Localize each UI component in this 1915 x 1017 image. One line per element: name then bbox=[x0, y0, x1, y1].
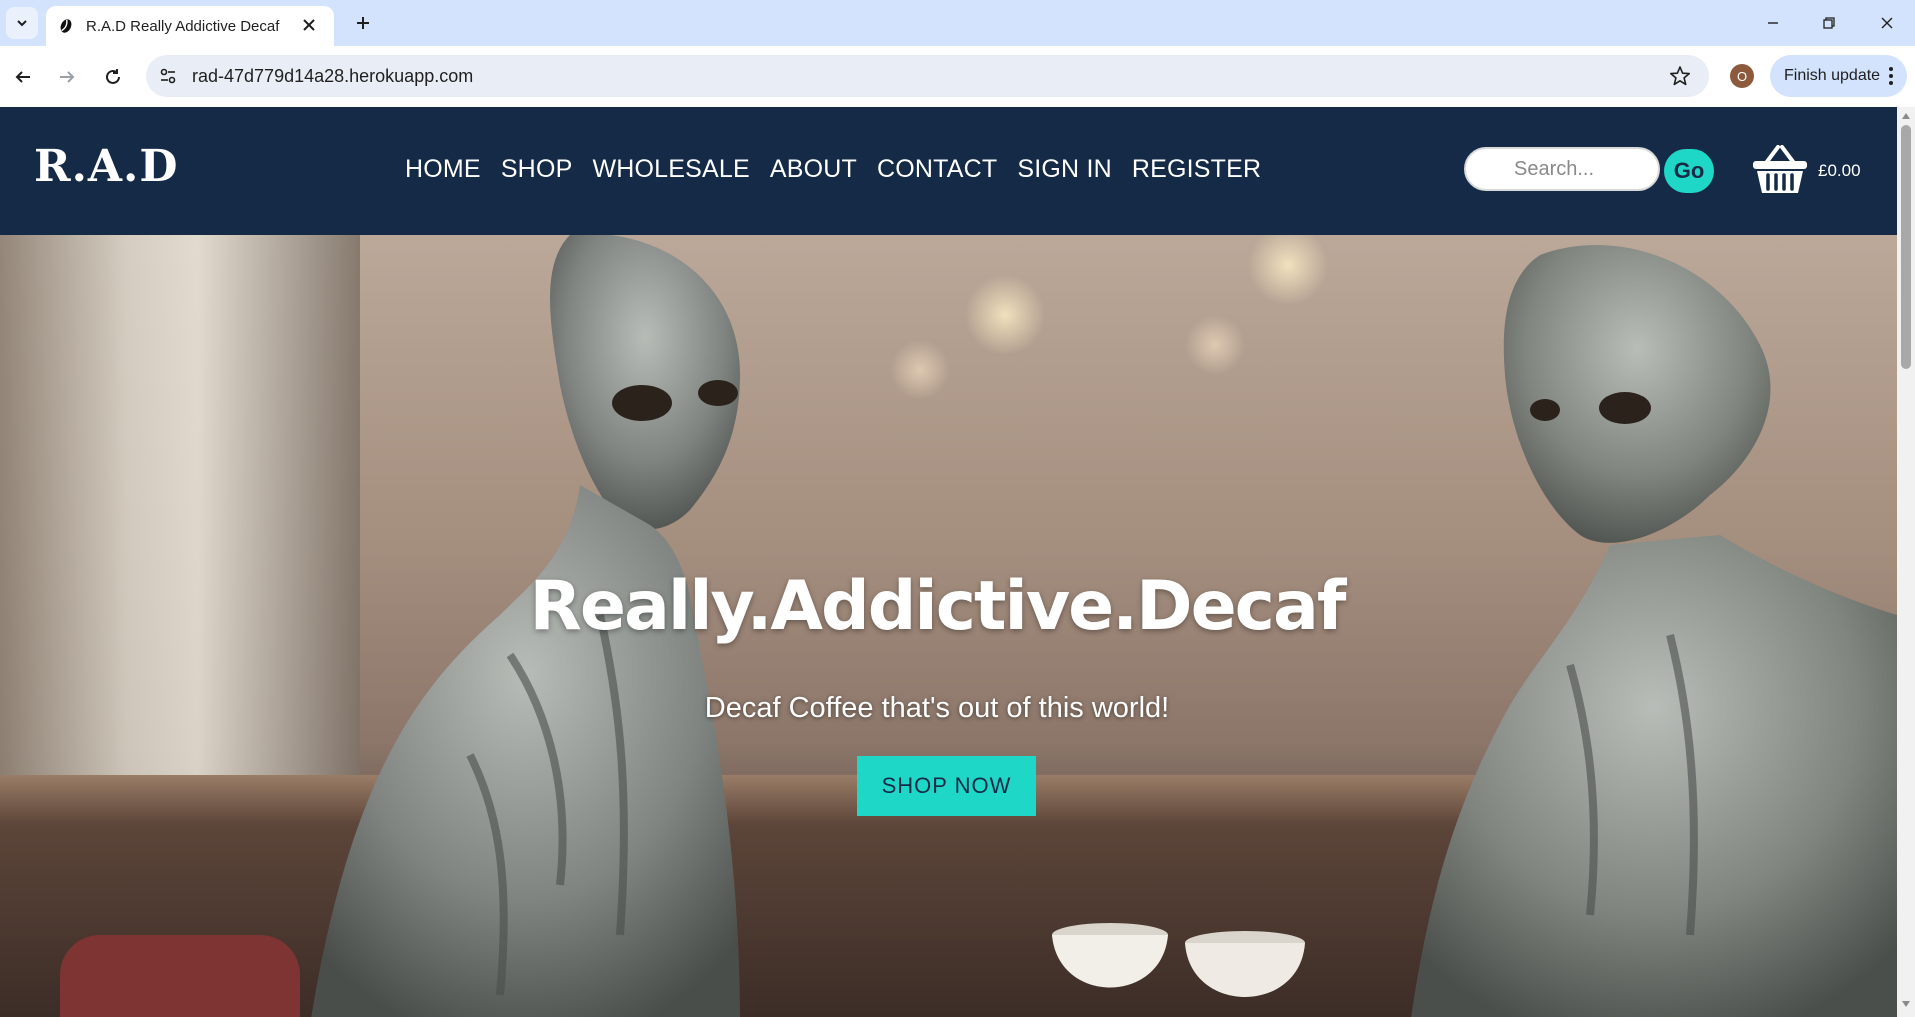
browser-toolbar: rad-47d779d14a28.herokuapp.com O Finish … bbox=[0, 46, 1915, 107]
tab-search-button[interactable] bbox=[6, 7, 38, 39]
scrollbar-thumb[interactable] bbox=[1901, 125, 1911, 369]
profile-avatar[interactable]: O bbox=[1730, 64, 1754, 88]
reload-icon bbox=[106, 69, 120, 84]
scroll-down-arrow-icon[interactable] bbox=[1901, 999, 1911, 1009]
minimize-button[interactable] bbox=[1750, 8, 1796, 38]
search-input[interactable] bbox=[1464, 147, 1660, 191]
cart-total[interactable]: £0.00 bbox=[1818, 161, 1861, 181]
address-bar[interactable]: rad-47d779d14a28.herokuapp.com bbox=[146, 55, 1709, 97]
nav-wholesale[interactable]: WHOLESALE bbox=[592, 155, 749, 184]
forward-button[interactable] bbox=[52, 62, 82, 92]
hero-banner: Really.Addictive.Decaf Decaf Coffee that… bbox=[0, 235, 1897, 1017]
reload-button[interactable] bbox=[98, 62, 128, 92]
nav-register[interactable]: REGISTER bbox=[1132, 155, 1261, 184]
tab-title: R.A.D Really Addictive Decaf bbox=[86, 18, 280, 35]
site-navbar: R.A.D HOME SHOP WHOLESALE ABOUT CONTACT … bbox=[0, 107, 1897, 235]
page-viewport: R.A.D HOME SHOP WHOLESALE ABOUT CONTACT … bbox=[0, 107, 1897, 1017]
hero-subtitle: Decaf Coffee that's out of this world! bbox=[704, 692, 1170, 724]
restore-button[interactable] bbox=[1806, 8, 1852, 38]
minimize-icon bbox=[1768, 22, 1778, 24]
hero-title: Really.Addictive.Decaf bbox=[529, 567, 1347, 646]
finish-update-button[interactable]: Finish update bbox=[1770, 55, 1907, 97]
finish-update-label: Finish update bbox=[1784, 67, 1881, 84]
close-window-button[interactable] bbox=[1864, 8, 1910, 38]
url-text: rad-47d779d14a28.herokuapp.com bbox=[192, 66, 474, 86]
arrow-left-icon bbox=[15, 71, 30, 83]
nav-contact[interactable]: CONTACT bbox=[877, 155, 997, 184]
chevron-down-icon bbox=[17, 20, 27, 27]
main-menu: HOME SHOP WHOLESALE ABOUT CONTACT SIGN I… bbox=[405, 155, 1281, 184]
restore-icon bbox=[1823, 17, 1835, 29]
page-scrollbar[interactable] bbox=[1897, 107, 1915, 1017]
search-go-button[interactable]: Go bbox=[1664, 149, 1714, 193]
more-vert-icon bbox=[1889, 67, 1893, 85]
bookmark-star-icon[interactable] bbox=[1669, 65, 1691, 87]
browser-tabstrip: R.A.D Really Addictive Decaf bbox=[0, 0, 1915, 46]
close-icon[interactable] bbox=[301, 17, 317, 33]
scroll-up-arrow-icon[interactable] bbox=[1901, 111, 1911, 121]
hero-content: Really.Addictive.Decaf Decaf Coffee that… bbox=[0, 235, 1897, 1017]
nav-shop[interactable]: SHOP bbox=[501, 155, 573, 184]
coffee-bean-favicon-icon bbox=[60, 19, 72, 33]
site-settings-icon[interactable] bbox=[158, 66, 178, 86]
new-tab-button[interactable] bbox=[350, 10, 376, 36]
site-logo[interactable]: R.A.D bbox=[34, 141, 179, 192]
close-window-icon bbox=[1881, 17, 1893, 29]
arrow-right-icon bbox=[60, 71, 75, 83]
shop-now-button[interactable]: SHOP NOW bbox=[857, 756, 1036, 816]
browser-tab[interactable]: R.A.D Really Addictive Decaf bbox=[46, 6, 334, 46]
nav-about[interactable]: ABOUT bbox=[770, 155, 857, 184]
nav-sign-in[interactable]: SIGN IN bbox=[1017, 155, 1111, 184]
basket-icon[interactable] bbox=[1752, 145, 1808, 195]
nav-home[interactable]: HOME bbox=[405, 155, 481, 184]
back-button[interactable] bbox=[8, 62, 38, 92]
plus-icon bbox=[357, 17, 369, 29]
